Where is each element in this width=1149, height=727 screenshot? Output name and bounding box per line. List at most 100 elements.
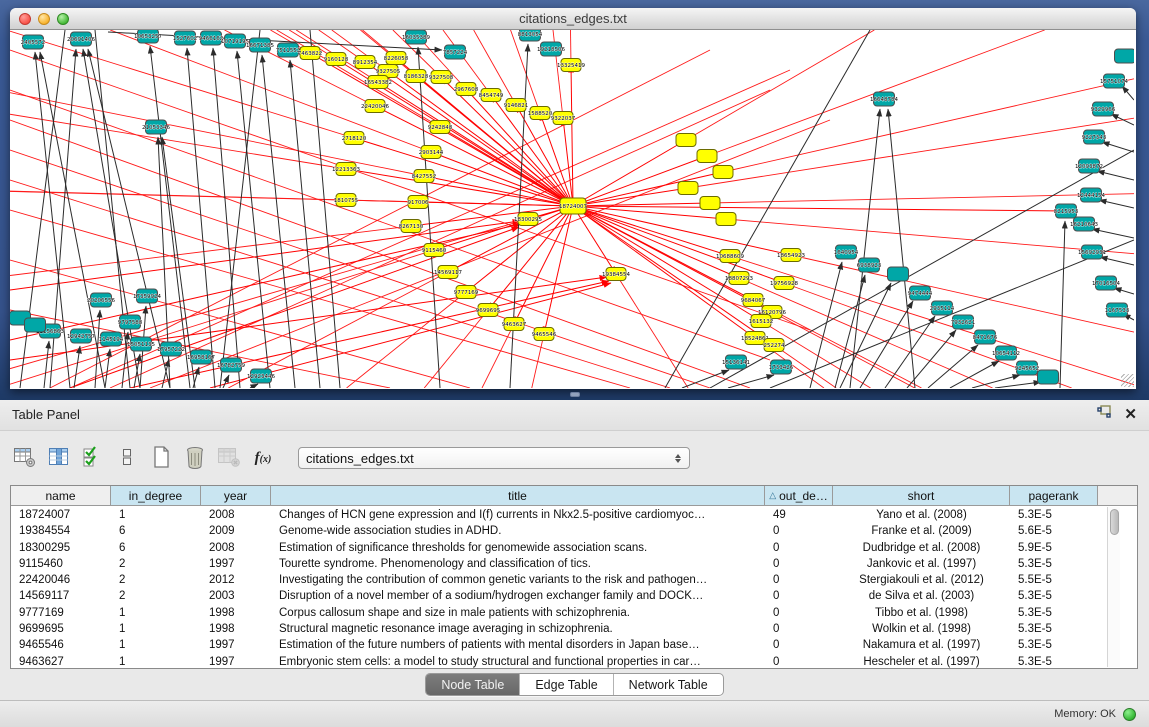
graph-node[interactable]: 8215953	[1054, 204, 1079, 218]
graph-node[interactable]: 12942757	[67, 329, 95, 343]
graph-node[interactable]: 9797588	[118, 315, 143, 329]
graph-node[interactable]: 15751074	[1100, 74, 1128, 88]
graph-node[interactable]: 1810755	[334, 194, 359, 207]
graph-node[interactable]: 8226058	[384, 52, 409, 65]
column-header-short[interactable]: short	[833, 486, 1010, 505]
graph-node[interactable]: 18300295	[514, 213, 542, 226]
graph-node[interactable]: 1588520	[528, 107, 553, 120]
graph-node[interactable]: 2967608	[454, 83, 479, 96]
graph-node[interactable]: 20691406	[67, 32, 95, 46]
graph-node[interactable]: 15692931	[1078, 245, 1106, 259]
graph-node[interactable]: 9465546	[532, 328, 557, 341]
splitter-handle[interactable]	[570, 392, 580, 397]
graph-node[interactable]: 16035389	[402, 30, 430, 44]
graph-node[interactable]: 9115460	[422, 244, 447, 257]
show-columns-button[interactable]	[44, 443, 74, 473]
graph-node[interactable]: 8427552	[412, 170, 437, 183]
graph-node[interactable]: 9242848	[428, 121, 453, 134]
graph-node[interactable]: 15136141	[722, 355, 750, 369]
graph-node[interactable]: 16210643	[1070, 217, 1098, 231]
table-selector[interactable]: citations_edges.txt	[298, 447, 690, 469]
graph-node[interactable]	[1038, 370, 1059, 384]
graph-node[interactable]: 1167533	[1105, 303, 1130, 317]
graph-node[interactable]	[25, 318, 46, 332]
tab-network-table[interactable]: Network Table	[614, 674, 723, 695]
minimize-window-button[interactable]	[38, 13, 50, 25]
graph-node[interactable]: 1640954	[834, 245, 859, 259]
float-panel-icon[interactable]	[1097, 400, 1112, 430]
resize-grip-icon[interactable]	[1121, 374, 1134, 387]
scrollbar-thumb[interactable]	[1110, 509, 1119, 535]
graph-node[interactable]: 16782759	[217, 358, 245, 372]
graph-node[interactable]: 8454749	[479, 89, 504, 102]
new-column-button[interactable]	[146, 443, 176, 473]
column-header-year[interactable]: year	[201, 486, 271, 505]
graph-node[interactable]: 9322037	[551, 112, 576, 125]
select-all-button[interactable]	[78, 443, 108, 473]
graph-node[interactable]	[700, 197, 720, 210]
graph-node[interactable]: 16543382	[364, 76, 392, 89]
graph-node[interactable]: 9329966	[1091, 102, 1116, 116]
tab-edge-table[interactable]: Edge Table	[520, 674, 613, 695]
column-header-pagerank[interactable]: pagerank	[1010, 486, 1098, 505]
graph-node[interactable]: 17957222	[157, 342, 185, 356]
zoom-window-button[interactable]	[57, 13, 69, 25]
close-panel-icon[interactable]: ✕	[1124, 408, 1137, 422]
graph-node[interactable]: 16671385	[246, 38, 274, 52]
graph-node[interactable]: 8186328	[404, 70, 429, 83]
graph-node[interactable]: 7463822	[298, 47, 323, 60]
column-header-title[interactable]: title	[271, 486, 765, 505]
function-builder-button[interactable]: f(x)	[248, 443, 278, 473]
graph-node[interactable]: 19384554	[602, 268, 630, 281]
graph-node[interactable]: 12923446	[247, 369, 275, 383]
graph-node[interactable]: 12093872	[1075, 159, 1103, 173]
column-header-name[interactable]: name	[11, 486, 111, 505]
table-row[interactable]: 946362711997Embryonic stem cells: a mode…	[11, 654, 1137, 669]
graph-node[interactable]: 13325419	[557, 59, 585, 72]
graph-node[interactable]: 917006	[408, 196, 429, 209]
graph-node[interactable]: 10688609	[716, 250, 744, 263]
network-canvas[interactable]: 2405572206914061065325715276029466162107…	[10, 30, 1134, 388]
table-row[interactable]: 977716911998Corpus callosum shape and si…	[11, 605, 1137, 621]
network-window-titlebar[interactable]: citations_edges.txt	[10, 8, 1136, 30]
graph-node[interactable]: 9146821	[504, 99, 529, 112]
graph-node[interactable]	[676, 134, 696, 147]
table-row[interactable]: 2242004622012Investigating the contribut…	[11, 572, 1137, 588]
graph-node[interactable]: 2405572	[21, 35, 46, 49]
graph-node[interactable]: 7857224	[443, 45, 468, 59]
graph-node[interactable]: 8912354	[353, 56, 378, 69]
graph-node[interactable]: 20206556	[87, 293, 115, 307]
graph-node[interactable]: 9474444	[908, 286, 933, 300]
table-options-button[interactable]	[10, 443, 40, 473]
graph-node[interactable]: 16958167	[187, 350, 215, 364]
graph-node[interactable]: 9684067	[741, 294, 766, 307]
table-row[interactable]: 1456911722003Disruption of a novel membe…	[11, 588, 1137, 604]
graph-node[interactable]: 2718120	[342, 132, 367, 145]
column-header-in_degree[interactable]: in_degree	[111, 486, 201, 505]
graph-node[interactable]: 7932621	[951, 315, 976, 329]
graph-node[interactable]: 19756928	[770, 277, 798, 290]
column-header-out_degree[interactable]: △out_de…	[765, 486, 833, 505]
graph-node[interactable]: 10653257	[134, 30, 162, 43]
table-scrollbar[interactable]	[1107, 507, 1120, 667]
graph-node[interactable]: 12213363	[332, 163, 360, 176]
graph-node[interactable]	[697, 150, 717, 163]
graph-node[interactable]	[1115, 49, 1135, 63]
graph-node[interactable]: 9245652	[1015, 361, 1040, 375]
graph-node[interactable]: 9777169	[454, 286, 479, 299]
graph-node[interactable]: 18807293	[725, 272, 753, 285]
table-row[interactable]: 1872400712008Changes of HCN gene express…	[11, 507, 1137, 523]
table-row[interactable]: 969969511998Structural magnetic resonanc…	[11, 621, 1137, 637]
graph-node[interactable]: 1615132	[749, 315, 774, 328]
graph-node[interactable]: 17016504	[1092, 276, 1120, 290]
graph-node[interactable]: 14569117	[434, 266, 462, 279]
graph-node[interactable]: 2903144	[419, 146, 444, 159]
graph-node[interactable]: 1733426	[769, 360, 794, 374]
table-row[interactable]: 1830029562008Estimation of significance …	[11, 540, 1137, 556]
graph-node[interactable]: 252274	[764, 339, 785, 352]
graph-node[interactable]: 9327508	[429, 71, 454, 84]
graph-node[interactable]: 17359924	[133, 289, 161, 303]
graph-node[interactable]: 19218506	[537, 42, 565, 56]
graph-node[interactable]: 9466162	[199, 31, 224, 45]
graph-node[interactable]: 1145194	[99, 332, 124, 346]
